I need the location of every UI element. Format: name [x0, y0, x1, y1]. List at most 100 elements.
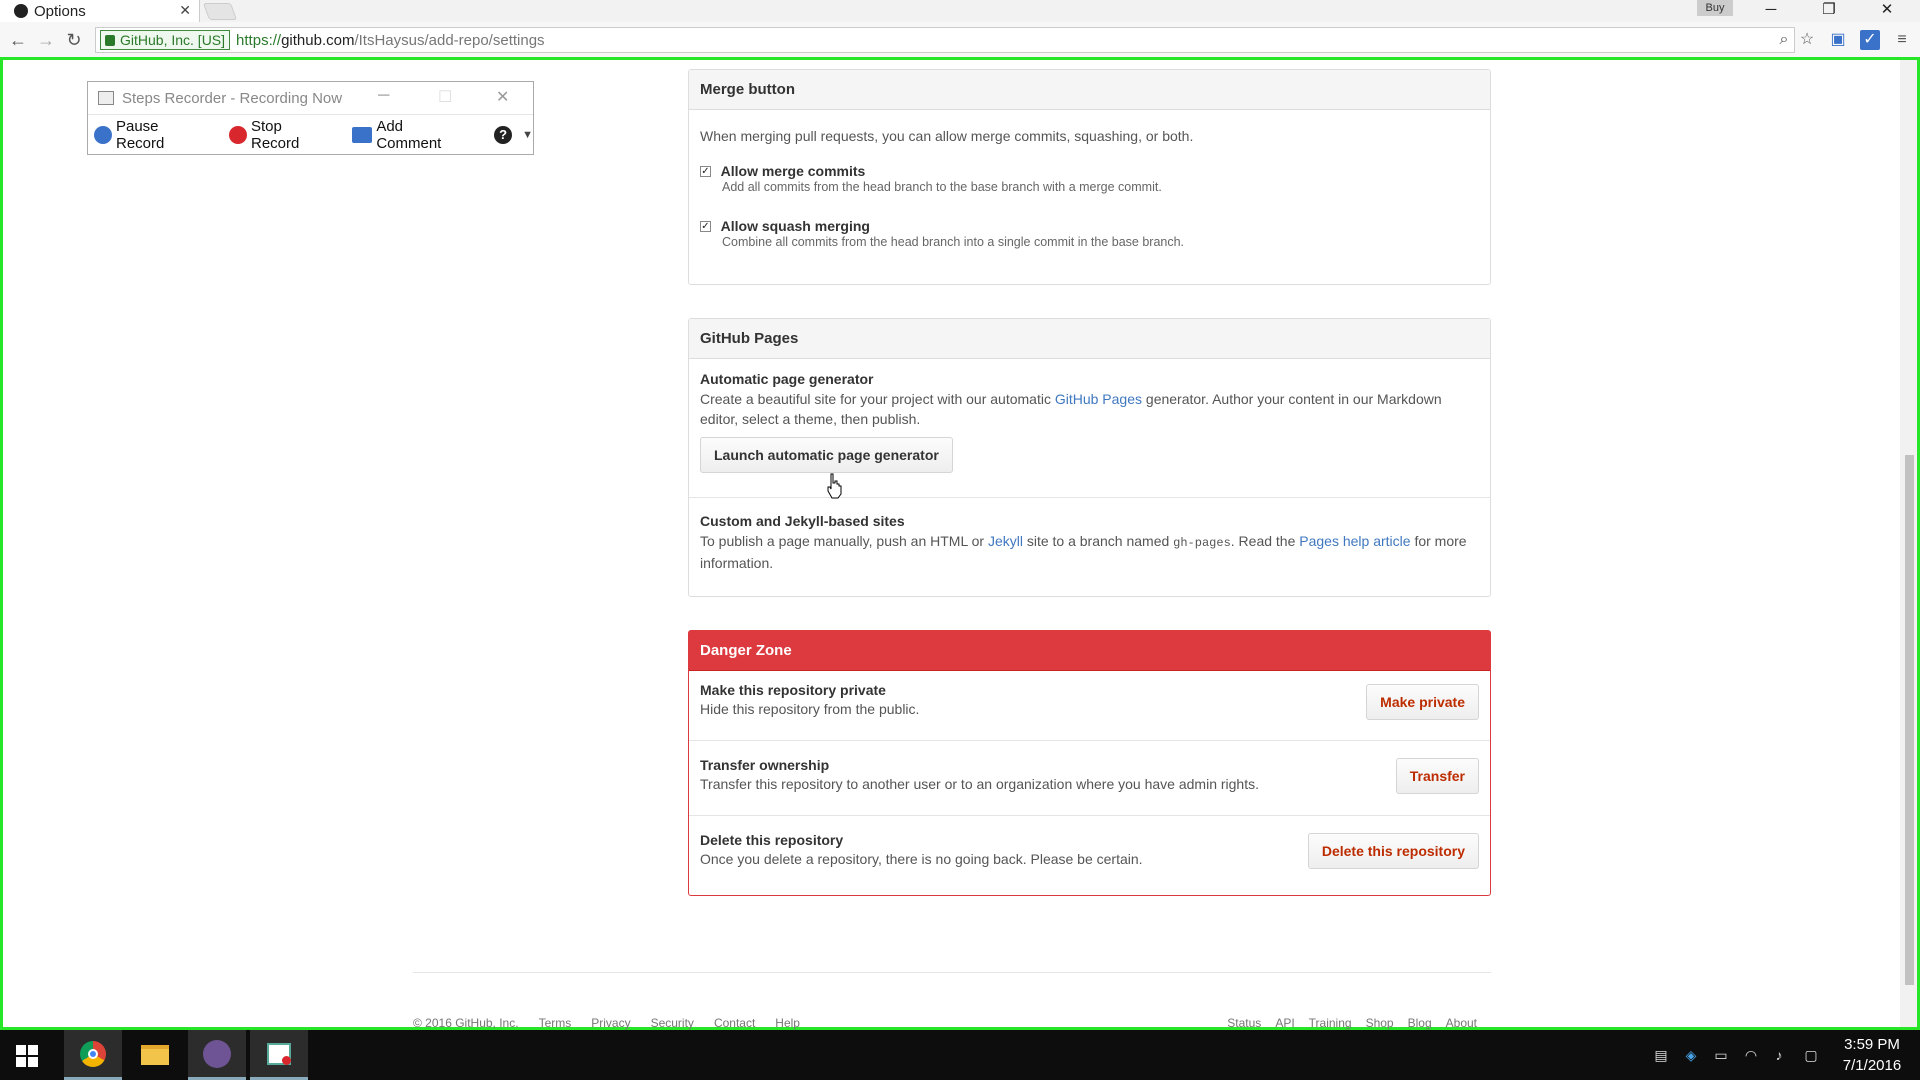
- recorder-minimize-icon[interactable]: ─: [378, 87, 389, 105]
- custom-sites-heading: Custom and Jekyll-based sites: [700, 513, 905, 529]
- add-comment-label: Add Comment: [376, 117, 442, 152]
- recorder-toolbar: Pause Record Stop Record Add Comment ? ▼: [88, 114, 533, 154]
- footer-link-about[interactable]: About: [1446, 1016, 1477, 1030]
- action-center-icon[interactable]: ▢: [1802, 1046, 1820, 1064]
- steps-recorder-taskbar-glyph: [267, 1042, 291, 1065]
- battery-icon[interactable]: ▭: [1712, 1046, 1730, 1064]
- danger-zone-title: Danger Zone: [689, 631, 1490, 671]
- pages-help-article-link[interactable]: Pages help article: [1299, 533, 1410, 549]
- github-pages-title: GitHub Pages: [689, 319, 1490, 359]
- recorder-title: Steps Recorder - Recording Now: [122, 89, 343, 107]
- buy-button[interactable]: Buy: [1697, 0, 1733, 16]
- pause-record-button[interactable]: Pause Record: [94, 118, 211, 152]
- steps-recorder-taskbar-icon[interactable]: [250, 1030, 308, 1080]
- close-window-icon[interactable]: ✕: [1864, 0, 1910, 22]
- extension-icon[interactable]: ▣: [1828, 30, 1848, 50]
- danger-zone-section: Danger Zone Make this repository private…: [688, 630, 1491, 896]
- gh-pages-branch: gh-pages: [1173, 536, 1231, 550]
- footer-link-terms[interactable]: Terms: [539, 1016, 572, 1030]
- stop-record-label: Stop Record: [250, 117, 300, 152]
- footer-link-api[interactable]: API: [1275, 1016, 1294, 1030]
- transfer-desc: Transfer this repository to another user…: [700, 776, 1259, 792]
- page-footer: © 2016 GitHub, Inc. Terms Privacy Securi…: [413, 1016, 1491, 1030]
- bookmark-star-icon[interactable]: ☆: [1797, 30, 1817, 50]
- auto-generator-desc: Create a beautiful site for your project…: [700, 389, 1480, 429]
- recorder-titlebar: Steps Recorder - Recording Now ─ ☐ ✕: [88, 82, 533, 114]
- launch-page-generator-button[interactable]: Launch automatic page generator: [700, 437, 953, 473]
- make-private-button[interactable]: Make private: [1366, 684, 1479, 720]
- jekyll-link[interactable]: Jekyll: [988, 533, 1023, 549]
- allow-merge-commits-checkbox[interactable]: ✓: [700, 166, 711, 177]
- restore-icon[interactable]: ❐: [1806, 0, 1852, 22]
- zoom-icon[interactable]: ⌕: [1774, 30, 1794, 50]
- merge-button-section: Merge button When merging pull requests,…: [688, 69, 1491, 285]
- github-pages-link[interactable]: GitHub Pages: [1055, 391, 1142, 407]
- forward-icon[interactable]: →: [34, 28, 58, 52]
- add-comment-button[interactable]: Add Comment: [352, 118, 472, 152]
- pause-record-label: Pause Record: [115, 117, 165, 152]
- allow-squash-merging-checkbox[interactable]: ✓: [700, 221, 711, 232]
- custom-sites-desc: To publish a page manually, push an HTML…: [700, 531, 1480, 573]
- tray-app-icon[interactable]: ▤: [1652, 1046, 1670, 1064]
- delete-repository-button[interactable]: Delete this repository: [1307, 833, 1479, 869]
- allow-merge-commits-desc: Add all commits from the head branch to …: [722, 180, 1162, 194]
- allow-squash-merging-desc: Combine all commits from the head branch…: [722, 235, 1185, 249]
- tab-options[interactable]: Options ✕: [0, 0, 200, 22]
- back-icon[interactable]: ←: [6, 28, 30, 52]
- pause-icon: [94, 125, 112, 144]
- reload-icon[interactable]: ↻: [62, 28, 86, 52]
- footer-link-privacy[interactable]: Privacy: [591, 1016, 630, 1030]
- clock-time: 3:59 PM: [1844, 1036, 1900, 1053]
- browser-tabstrip: Options ✕ Buy ─ ❐ ✕: [0, 0, 1920, 22]
- auto-text-1: Create a beautiful site for your project…: [700, 391, 1055, 407]
- taskbar-clock[interactable]: 3:59 PM 7/1/2016: [1830, 1034, 1914, 1076]
- extension-check-icon[interactable]: ✓: [1860, 30, 1880, 50]
- tray-network-app-icon[interactable]: ◈: [1682, 1046, 1700, 1064]
- address-bar[interactable]: GitHub, Inc. [US] https://github.com/Its…: [95, 27, 1795, 53]
- wifi-icon[interactable]: ◠: [1742, 1046, 1760, 1064]
- browser-toolbar: ← → ↻ GitHub, Inc. [US] https://github.c…: [0, 22, 1920, 58]
- close-tab-icon[interactable]: ✕: [179, 2, 191, 19]
- url-scheme: https://: [236, 31, 282, 49]
- windows-taskbar: ▤ ◈ ▭ ◠ ♪ ▢ 3:59 PM 7/1/2016: [0, 1030, 1920, 1080]
- url-host: github.com: [281, 31, 355, 49]
- help-icon[interactable]: ?: [494, 125, 513, 144]
- volume-icon[interactable]: ♪: [1770, 1046, 1788, 1064]
- windows-start-icon[interactable]: [16, 1045, 38, 1067]
- dropdown-caret-icon[interactable]: ▼: [522, 129, 533, 141]
- footer-link-status[interactable]: Status: [1227, 1016, 1261, 1030]
- footer-link-training[interactable]: Training: [1309, 1016, 1352, 1030]
- transfer-button[interactable]: Transfer: [1395, 758, 1479, 794]
- github-desktop-taskbar-icon[interactable]: [188, 1030, 246, 1080]
- footer-link-security[interactable]: Security: [651, 1016, 694, 1030]
- custom-text-1: To publish a page manually, push an HTML…: [700, 533, 988, 549]
- steps-recorder-window[interactable]: Steps Recorder - Recording Now ─ ☐ ✕ Pau…: [87, 81, 534, 155]
- transfer-row: Transfer ownership Transfer this reposit…: [700, 757, 1501, 794]
- footer-link-shop[interactable]: Shop: [1366, 1016, 1394, 1030]
- github-desktop-icon: [203, 1039, 231, 1068]
- stop-record-button[interactable]: Stop Record: [229, 118, 334, 152]
- merge-intro: When merging pull requests, you can allo…: [700, 128, 1194, 144]
- auto-generator-heading: Automatic page generator: [700, 371, 874, 387]
- custom-text-3: . Read the: [1230, 533, 1300, 549]
- url-path: /ItsHaysus/add-repo/settings: [354, 31, 545, 49]
- menu-icon[interactable]: ≡: [1892, 30, 1912, 50]
- new-tab-button[interactable]: [202, 3, 238, 20]
- auto-generator-block: Automatic page generator Create a beauti…: [700, 371, 1480, 473]
- footer-link-contact[interactable]: Contact: [714, 1016, 755, 1030]
- secure-badge[interactable]: GitHub, Inc. [US]: [100, 30, 231, 50]
- scrollbar-thumb[interactable]: [1905, 455, 1914, 985]
- secure-label: GitHub, Inc. [US]: [120, 32, 226, 48]
- allow-squash-merging-label[interactable]: Allow squash merging: [721, 218, 870, 234]
- custom-sites-block: Custom and Jekyll-based sites To publish…: [700, 513, 1480, 573]
- minimize-icon[interactable]: ─: [1748, 0, 1794, 22]
- folder-icon: [141, 1045, 169, 1065]
- footer-link-help[interactable]: Help: [775, 1016, 800, 1030]
- allow-merge-commits-label[interactable]: Allow merge commits: [721, 163, 866, 179]
- github-pages-section: GitHub Pages Automatic page generator Cr…: [688, 318, 1491, 597]
- file-explorer-taskbar-icon[interactable]: [126, 1030, 184, 1080]
- footer-link-blog[interactable]: Blog: [1408, 1016, 1432, 1030]
- recorder-maximize-icon: ☐: [438, 89, 453, 106]
- recorder-close-icon[interactable]: ✕: [496, 87, 509, 107]
- chrome-taskbar-icon[interactable]: [64, 1030, 122, 1080]
